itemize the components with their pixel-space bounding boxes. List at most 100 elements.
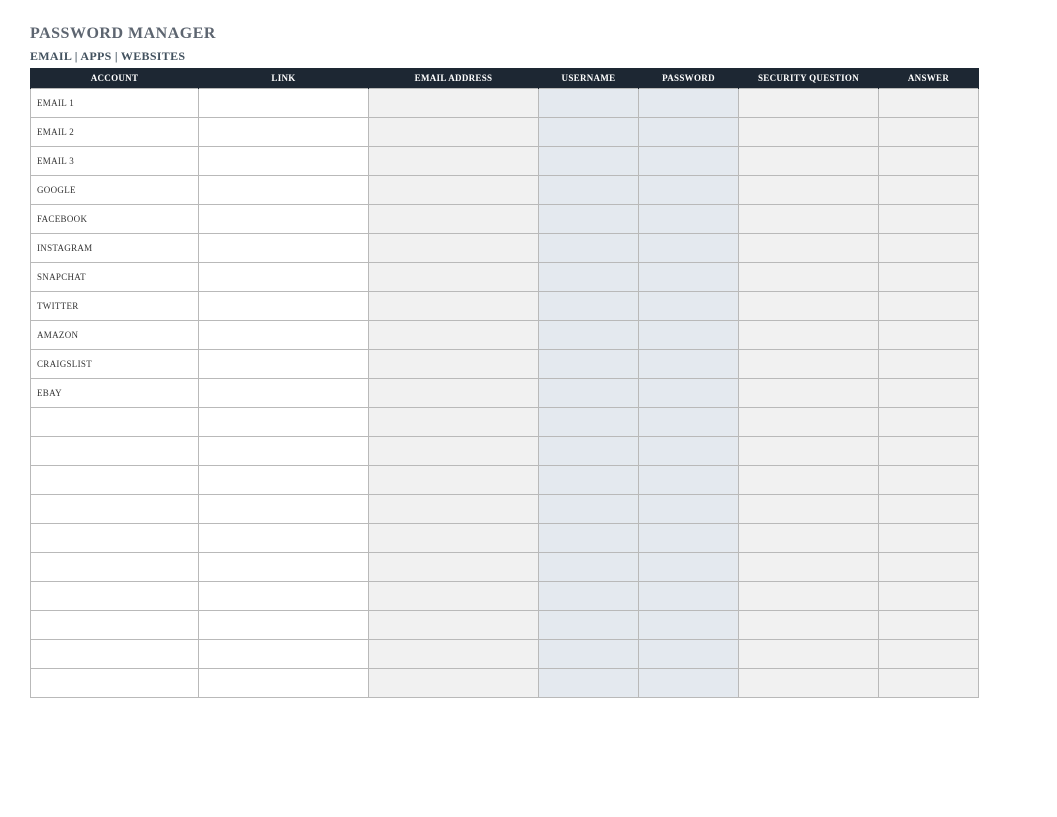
cell-password[interactable] — [639, 524, 739, 553]
cell-account[interactable]: FACEBOOK — [31, 205, 199, 234]
cell-link[interactable] — [199, 292, 369, 321]
cell-username[interactable] — [539, 466, 639, 495]
cell-answer[interactable] — [879, 611, 979, 640]
cell-secq[interactable] — [739, 118, 879, 147]
cell-secq[interactable] — [739, 640, 879, 669]
cell-link[interactable] — [199, 553, 369, 582]
cell-email[interactable] — [369, 640, 539, 669]
cell-secq[interactable] — [739, 379, 879, 408]
cell-account[interactable]: CRAIGSLIST — [31, 350, 199, 379]
cell-password[interactable] — [639, 176, 739, 205]
cell-link[interactable] — [199, 176, 369, 205]
cell-answer[interactable] — [879, 292, 979, 321]
cell-email[interactable] — [369, 495, 539, 524]
cell-username[interactable] — [539, 350, 639, 379]
cell-secq[interactable] — [739, 466, 879, 495]
cell-password[interactable] — [639, 553, 739, 582]
cell-link[interactable] — [199, 437, 369, 466]
cell-username[interactable] — [539, 263, 639, 292]
cell-account[interactable]: EMAIL 1 — [31, 89, 199, 118]
cell-username[interactable] — [539, 524, 639, 553]
cell-password[interactable] — [639, 379, 739, 408]
cell-link[interactable] — [199, 611, 369, 640]
cell-account[interactable] — [31, 524, 199, 553]
cell-link[interactable] — [199, 640, 369, 669]
cell-secq[interactable] — [739, 292, 879, 321]
cell-answer[interactable] — [879, 408, 979, 437]
cell-account[interactable] — [31, 553, 199, 582]
cell-link[interactable] — [199, 89, 369, 118]
cell-link[interactable] — [199, 408, 369, 437]
cell-answer[interactable] — [879, 524, 979, 553]
cell-secq[interactable] — [739, 611, 879, 640]
cell-username[interactable] — [539, 205, 639, 234]
cell-email[interactable] — [369, 118, 539, 147]
cell-username[interactable] — [539, 553, 639, 582]
cell-answer[interactable] — [879, 118, 979, 147]
cell-username[interactable] — [539, 495, 639, 524]
cell-link[interactable] — [199, 495, 369, 524]
cell-email[interactable] — [369, 176, 539, 205]
cell-username[interactable] — [539, 669, 639, 698]
cell-password[interactable] — [639, 147, 739, 176]
cell-account[interactable] — [31, 640, 199, 669]
cell-account[interactable]: AMAZON — [31, 321, 199, 350]
cell-password[interactable] — [639, 437, 739, 466]
cell-account[interactable] — [31, 437, 199, 466]
cell-account[interactable] — [31, 582, 199, 611]
cell-password[interactable] — [639, 118, 739, 147]
cell-answer[interactable] — [879, 437, 979, 466]
cell-email[interactable] — [369, 408, 539, 437]
cell-answer[interactable] — [879, 379, 979, 408]
cell-password[interactable] — [639, 640, 739, 669]
cell-link[interactable] — [199, 379, 369, 408]
cell-email[interactable] — [369, 205, 539, 234]
cell-answer[interactable] — [879, 176, 979, 205]
cell-username[interactable] — [539, 118, 639, 147]
cell-answer[interactable] — [879, 234, 979, 263]
cell-link[interactable] — [199, 263, 369, 292]
cell-email[interactable] — [369, 89, 539, 118]
cell-username[interactable] — [539, 234, 639, 263]
cell-answer[interactable] — [879, 640, 979, 669]
cell-email[interactable] — [369, 292, 539, 321]
cell-email[interactable] — [369, 147, 539, 176]
cell-link[interactable] — [199, 321, 369, 350]
cell-account[interactable]: GOOGLE — [31, 176, 199, 205]
cell-username[interactable] — [539, 408, 639, 437]
cell-email[interactable] — [369, 379, 539, 408]
cell-username[interactable] — [539, 89, 639, 118]
cell-secq[interactable] — [739, 205, 879, 234]
cell-password[interactable] — [639, 350, 739, 379]
cell-email[interactable] — [369, 611, 539, 640]
cell-username[interactable] — [539, 437, 639, 466]
cell-link[interactable] — [199, 147, 369, 176]
cell-password[interactable] — [639, 466, 739, 495]
cell-link[interactable] — [199, 669, 369, 698]
cell-secq[interactable] — [739, 321, 879, 350]
cell-answer[interactable] — [879, 553, 979, 582]
cell-password[interactable] — [639, 89, 739, 118]
cell-password[interactable] — [639, 321, 739, 350]
cell-secq[interactable] — [739, 176, 879, 205]
cell-email[interactable] — [369, 553, 539, 582]
cell-password[interactable] — [639, 611, 739, 640]
cell-username[interactable] — [539, 147, 639, 176]
cell-secq[interactable] — [739, 669, 879, 698]
cell-secq[interactable] — [739, 495, 879, 524]
cell-email[interactable] — [369, 234, 539, 263]
cell-answer[interactable] — [879, 350, 979, 379]
cell-email[interactable] — [369, 669, 539, 698]
cell-password[interactable] — [639, 205, 739, 234]
cell-email[interactable] — [369, 437, 539, 466]
cell-email[interactable] — [369, 524, 539, 553]
cell-account[interactable] — [31, 495, 199, 524]
cell-answer[interactable] — [879, 89, 979, 118]
cell-answer[interactable] — [879, 466, 979, 495]
cell-link[interactable] — [199, 582, 369, 611]
cell-username[interactable] — [539, 379, 639, 408]
cell-email[interactable] — [369, 263, 539, 292]
cell-password[interactable] — [639, 234, 739, 263]
cell-account[interactable] — [31, 408, 199, 437]
cell-link[interactable] — [199, 466, 369, 495]
